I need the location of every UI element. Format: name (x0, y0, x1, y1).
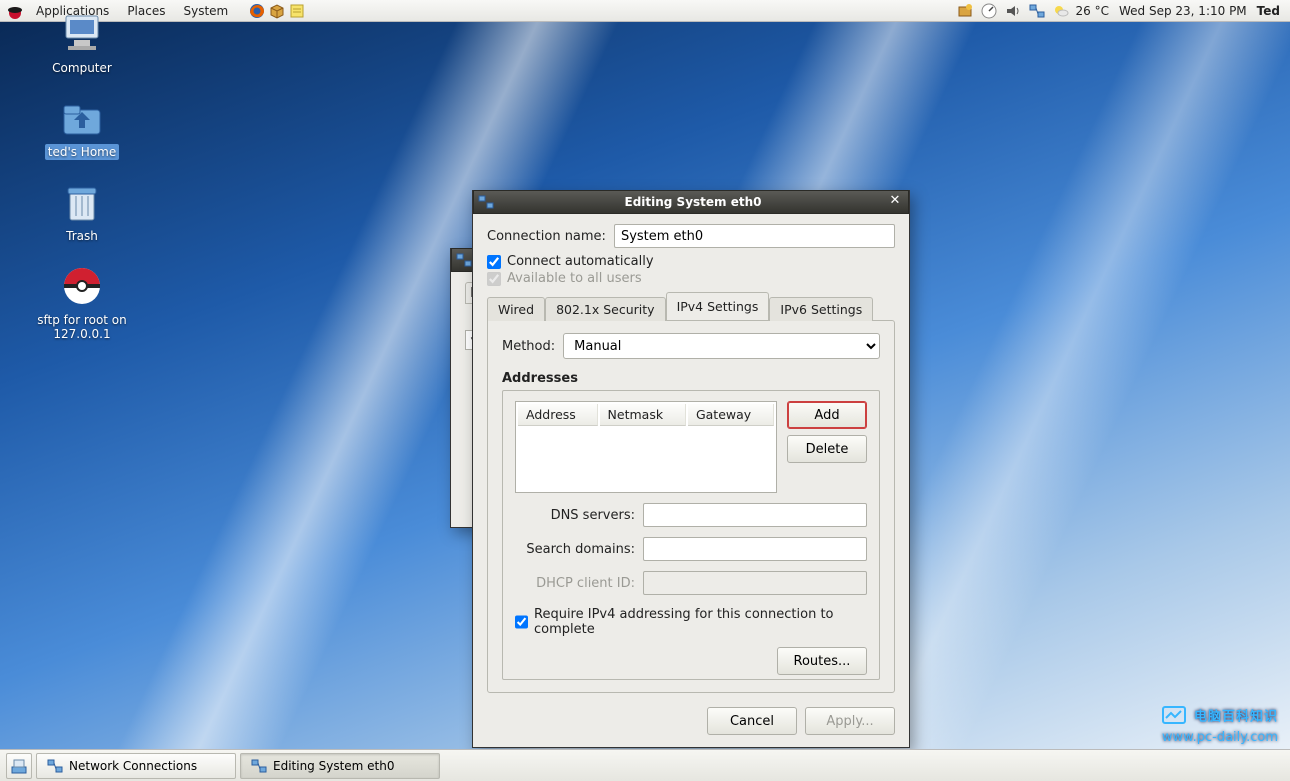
routes-button[interactable]: Routes... (777, 647, 867, 675)
notes-icon[interactable] (288, 2, 306, 20)
top-panel: Applications Places System 26 °C Wed Sep… (0, 0, 1290, 22)
weather-text: 26 °C (1076, 4, 1109, 18)
dhcp-client-id-input (643, 571, 867, 595)
close-button[interactable]: ✕ (886, 194, 904, 210)
tab-ipv6-settings[interactable]: IPv6 Settings (769, 297, 873, 321)
tab-bar: Wired 802.1x Security IPv4 Settings IPv6… (487, 292, 895, 320)
update-icon[interactable] (956, 2, 974, 20)
user-menu[interactable]: Ted (1253, 4, 1284, 18)
dhcp-client-id-label: DHCP client ID: (515, 576, 635, 591)
apply-button: Apply... (805, 707, 895, 735)
tab-ipv4-settings[interactable]: IPv4 Settings (666, 292, 770, 320)
delete-address-button[interactable]: Delete (787, 435, 867, 463)
window-title: Editing System eth0 (500, 195, 886, 209)
desktop-icon-label: sftp for root on 127.0.0.1 (12, 312, 152, 342)
search-domains-input[interactable] (643, 537, 867, 561)
addresses-heading: Addresses (502, 371, 880, 386)
taskbar-item-editing-eth0[interactable]: Editing System eth0 (240, 753, 440, 779)
clock[interactable]: Wed Sep 23, 1:10 PM (1119, 4, 1247, 18)
col-gateway[interactable]: Gateway (688, 404, 774, 426)
dns-servers-input[interactable] (643, 503, 867, 527)
titlebar[interactable]: Editing System eth0 ✕ (473, 190, 909, 214)
col-netmask[interactable]: Netmask (600, 404, 686, 426)
watermark-line1: 电脑百科知识 (1194, 710, 1278, 725)
addresses-table[interactable]: Address Netmask Gateway (515, 401, 777, 493)
package-icon[interactable] (268, 2, 286, 20)
method-select[interactable]: Manual (563, 333, 880, 359)
show-desktop-button[interactable] (6, 753, 32, 779)
available-to-all-label: Available to all users (507, 271, 642, 286)
require-ipv4-label: Require IPv4 addressing for this connect… (534, 607, 867, 637)
available-to-all-checkbox (487, 272, 501, 286)
cpu-meter-icon[interactable] (980, 2, 998, 20)
editing-connection-window: Editing System eth0 ✕ Connection name: C… (472, 190, 910, 748)
desktop-icon-label: ted's Home (45, 144, 120, 160)
connect-automatically-label: Connect automatically (507, 254, 654, 269)
desktop-icon-sftp[interactable]: sftp for root on 127.0.0.1 (12, 262, 152, 342)
method-label: Method: (502, 339, 555, 354)
desktop-icon-label: Computer (49, 60, 115, 76)
window-icon (478, 194, 494, 210)
tab-wired[interactable]: Wired (487, 297, 545, 321)
dns-servers-label: DNS servers: (515, 508, 635, 523)
desktop-icon-label: Trash (63, 228, 101, 244)
cancel-button[interactable]: Cancel (707, 707, 797, 735)
connection-name-label: Connection name: (487, 229, 606, 244)
watermark-line2: www.pc-daily.com (1162, 730, 1278, 745)
connection-name-input[interactable] (614, 224, 895, 248)
add-address-button[interactable]: Add (787, 401, 867, 429)
menu-system[interactable]: System (175, 2, 236, 20)
weather-icon[interactable] (1052, 2, 1070, 20)
tab-8021x-security[interactable]: 802.1x Security (545, 297, 666, 321)
require-ipv4-checkbox[interactable] (515, 615, 528, 629)
tab-content-ipv4: Method: Manual Addresses Address Netmask (487, 320, 895, 693)
desktop-icons: Computer ted's Home Trash sftp for root … (12, 10, 172, 360)
window-icon (456, 252, 472, 268)
bottom-panel: Network Connections Editing System eth0 (0, 749, 1290, 781)
taskbar-item-label: Editing System eth0 (273, 759, 395, 773)
connect-automatically-checkbox[interactable] (487, 255, 501, 269)
firefox-icon[interactable] (248, 2, 266, 20)
taskbar-item-network-connections[interactable]: Network Connections (36, 753, 236, 779)
search-domains-label: Search domains: (515, 542, 635, 557)
desktop-icon-home[interactable]: ted's Home (12, 94, 152, 160)
volume-icon[interactable] (1004, 2, 1022, 20)
network-tray-icon[interactable] (1028, 2, 1046, 20)
col-address[interactable]: Address (518, 404, 598, 426)
watermark: 电脑百科知识 www.pc-daily.com (1160, 704, 1278, 745)
taskbar-item-label: Network Connections (69, 759, 197, 773)
desktop-icon-trash[interactable]: Trash (12, 178, 152, 244)
desktop-icon-computer[interactable]: Computer (12, 10, 152, 76)
